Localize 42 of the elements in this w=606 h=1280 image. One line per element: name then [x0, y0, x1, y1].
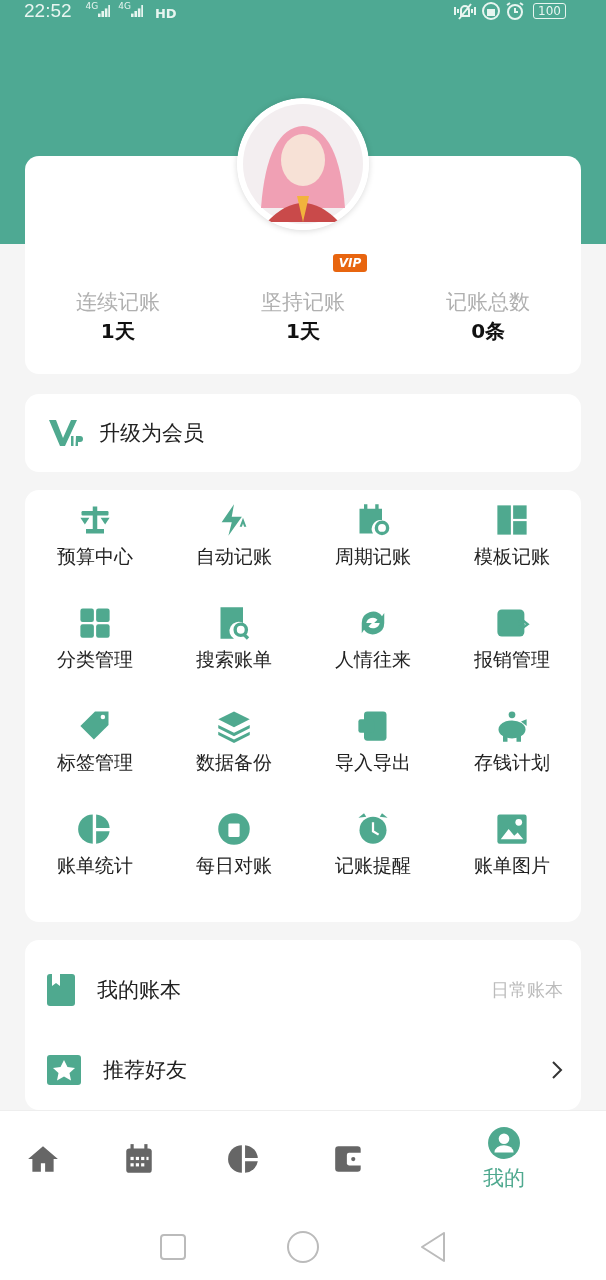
book-icon: [47, 974, 75, 1006]
battery-indicator: 100: [533, 3, 566, 19]
stat-value: 1天: [100, 318, 135, 345]
feature-button[interactable]: 人情往来: [303, 605, 442, 708]
feature-button[interactable]: 存钱计划: [442, 708, 581, 811]
stat-label: 连续记账: [75, 289, 160, 316]
feature-button[interactable]: 模板记账: [442, 502, 581, 605]
feature-button[interactable]: 账单图片: [442, 811, 581, 914]
feature-button[interactable]: 预算中心: [25, 502, 164, 605]
profile-icon: [486, 1126, 521, 1160]
nav-tab[interactable]: [226, 1142, 261, 1176]
signal-bars-icon: [130, 5, 143, 17]
menu-item[interactable]: 推荐好友: [25, 1030, 581, 1110]
alarm-icon: [505, 1, 526, 21]
feature-button[interactable]: 报销管理: [442, 605, 581, 708]
stat-label: 坚持记账: [261, 289, 345, 316]
vip-badge: VIP: [332, 254, 368, 272]
feature-button[interactable]: 周期记账: [303, 502, 442, 605]
menu-item[interactable]: 我的账本 日常账本: [25, 950, 581, 1030]
signal-indicator: 4G: [118, 1, 131, 11]
feature-button[interactable]: 自动记账: [164, 502, 303, 605]
vibrate-icon: [453, 1, 478, 21]
feature-button[interactable]: 导入导出: [303, 708, 442, 811]
feature-button[interactable]: 标签管理: [25, 708, 164, 811]
upgrade-vip-button[interactable]: 升级为会员: [25, 394, 581, 472]
stat-value: 0条: [471, 318, 506, 345]
hd-indicator: HD: [154, 5, 177, 21]
signal-indicator: 4G: [85, 1, 99, 11]
pie-chart-icon: [76, 811, 113, 847]
feature-button[interactable]: 记账提醒: [303, 811, 442, 914]
chevron-right-icon: [551, 1060, 563, 1080]
feature-button[interactable]: 数据备份: [164, 708, 303, 811]
stat-label: 记账总数: [446, 289, 531, 316]
vip-icon: [49, 418, 83, 448]
feature-button[interactable]: 分类管理: [25, 605, 164, 708]
signal-bars-icon: [98, 5, 111, 17]
feature-button[interactable]: 账单统计: [25, 811, 164, 914]
feature-button[interactable]: 每日对账: [164, 811, 303, 914]
feature-button[interactable]: 搜索账单: [164, 605, 303, 708]
clock-time: 22:52: [24, 0, 72, 22]
stat-value: 1天: [286, 318, 320, 345]
pie-chart-icon: [226, 1142, 261, 1176]
